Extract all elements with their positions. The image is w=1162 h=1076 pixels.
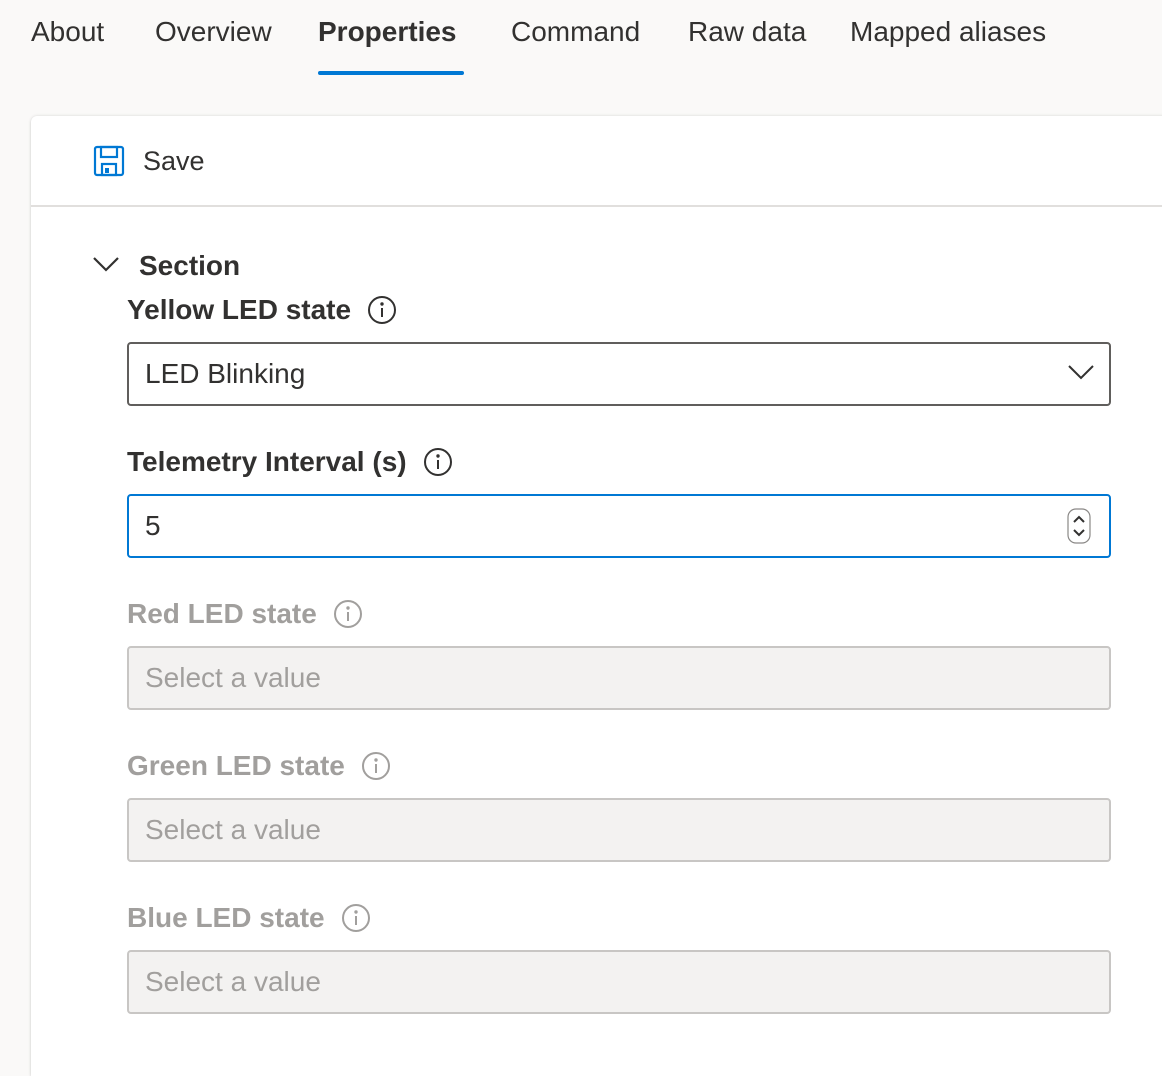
green-led-placeholder: Select a value [145,814,321,845]
toolbar: Save [31,116,1162,207]
red-led-label-text: Red LED state [127,598,317,629]
blue-led-placeholder: Select a value [145,966,321,997]
save-button[interactable]: Save [93,142,205,180]
telemetry-interval-label-text: Telemetry Interval (s) [127,446,407,477]
tab-mapped-aliases[interactable]: Mapped aliases [850,14,1046,50]
yellow-led-label-text: Yellow LED state [127,294,352,325]
red-led-label: Red LED state [127,598,363,630]
section-title: Section [139,250,241,281]
info-icon[interactable] [361,751,391,781]
chevron-down-icon [1068,365,1094,380]
number-spinner[interactable] [1067,508,1091,544]
chevron-down-icon [93,256,119,277]
properties-panel: Save Section Yellow LED state LED Blinki… [31,116,1162,1076]
info-icon[interactable] [333,599,363,629]
red-led-placeholder: Select a value [145,662,321,693]
blue-led-label: Blue LED state [127,902,371,934]
red-led-dropdown[interactable]: Select a value [127,646,1111,710]
save-icon [93,145,125,177]
green-led-label: Green LED state [127,750,391,782]
active-tab-indicator [318,71,464,75]
info-icon[interactable] [341,903,371,933]
tab-bar: About Overview Properties Command Raw da… [0,0,1162,76]
yellow-led-value: LED Blinking [145,358,306,389]
telemetry-interval-input[interactable]: 5 [127,494,1111,558]
green-led-dropdown[interactable]: Select a value [127,798,1111,862]
tab-about[interactable]: About [31,14,104,50]
yellow-led-label: Yellow LED state [127,294,397,326]
tab-command[interactable]: Command [511,14,640,50]
tab-raw-data[interactable]: Raw data [688,14,806,50]
save-label: Save [143,145,205,176]
green-led-label-text: Green LED state [127,750,345,781]
info-icon[interactable] [423,447,453,477]
blue-led-label-text: Blue LED state [127,902,325,933]
yellow-led-dropdown[interactable]: LED Blinking [127,342,1111,406]
section-toggle[interactable]: Section [93,246,240,286]
telemetry-interval-label: Telemetry Interval (s) [127,446,453,478]
tab-overview[interactable]: Overview [155,14,272,50]
tab-properties[interactable]: Properties [318,14,457,50]
telemetry-interval-value: 5 [145,510,161,541]
info-icon[interactable] [367,295,397,325]
blue-led-dropdown[interactable]: Select a value [127,950,1111,1014]
